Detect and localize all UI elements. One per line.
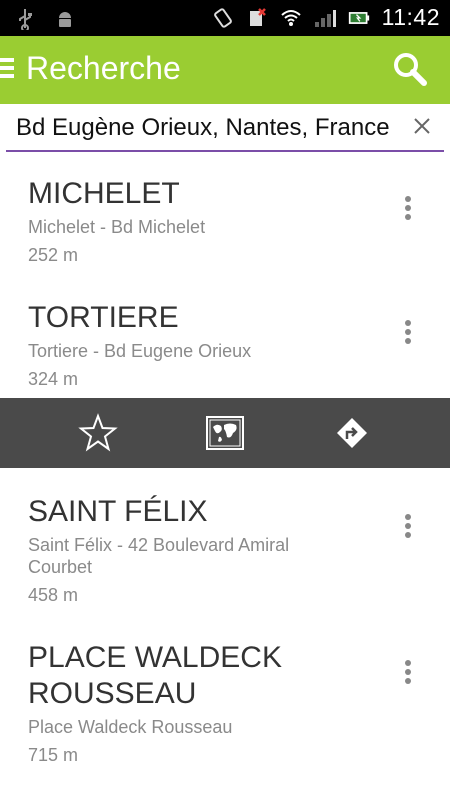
search-input[interactable]: Bd Eugène Orieux, Nantes, France: [6, 104, 444, 152]
overflow-menu-icon[interactable]: [403, 320, 413, 346]
stop-distance: 458 m: [28, 585, 79, 605]
signal-icon: [314, 7, 336, 29]
stop-distance: 324 m: [28, 369, 79, 389]
no-sim-icon: [246, 7, 268, 29]
map-icon[interactable]: [205, 413, 245, 453]
stop-distance: 715 m: [28, 745, 79, 765]
page-title: Recherche: [26, 50, 181, 86]
search-icon[interactable]: [390, 50, 430, 90]
status-clock: 11:42: [381, 4, 440, 30]
stop-name: MICHELET: [28, 177, 180, 210]
stop-name: PLACE WALDECK ROUSSEAU: [28, 641, 282, 710]
list-item[interactable]: TORTIERE Tortiere - Bd Eugene Orieux 324…: [0, 284, 450, 396]
status-bar: 11:42: [0, 0, 450, 36]
search-bar: Bd Eugène Orieux, Nantes, France: [6, 104, 444, 154]
battery-icon: [348, 7, 370, 29]
wifi-icon: [280, 7, 302, 29]
action-bar: Recherche: [0, 36, 450, 104]
stop-address: Saint Félix - 42 Boulevard Amiral Courbe…: [28, 535, 290, 577]
list-item[interactable]: PLACE WALDECK ROUSSEAU Place Waldeck Rou…: [0, 624, 450, 794]
menu-icon[interactable]: [0, 58, 14, 84]
vibrate-icon: [212, 7, 234, 29]
overflow-menu-icon[interactable]: [403, 196, 413, 222]
overflow-menu-icon[interactable]: [403, 514, 413, 540]
stop-name: SAINT FÉLIX: [28, 495, 208, 528]
stop-address: Tortiere - Bd Eugene Orieux: [28, 341, 252, 361]
star-icon[interactable]: [78, 413, 118, 453]
stop-distance: 252 m: [28, 245, 79, 265]
usb-icon: [14, 8, 36, 30]
stop-name: TORTIERE: [28, 301, 179, 334]
list-item[interactable]: SAINT FÉLIX Saint Félix - 42 Boulevard A…: [0, 478, 450, 614]
android-debug-icon: [54, 8, 76, 30]
stop-address: Place Waldeck Rousseau: [28, 717, 233, 737]
close-icon[interactable]: [410, 114, 434, 138]
overflow-menu-icon[interactable]: [403, 660, 413, 686]
quick-action-bar: [0, 398, 450, 468]
search-input-value: Bd Eugène Orieux, Nantes, France: [16, 114, 390, 141]
directions-icon[interactable]: [332, 413, 372, 453]
stop-address: Michelet - Bd Michelet: [28, 217, 206, 237]
list-item[interactable]: MICHELET Michelet - Bd Michelet 252 m: [0, 160, 450, 280]
